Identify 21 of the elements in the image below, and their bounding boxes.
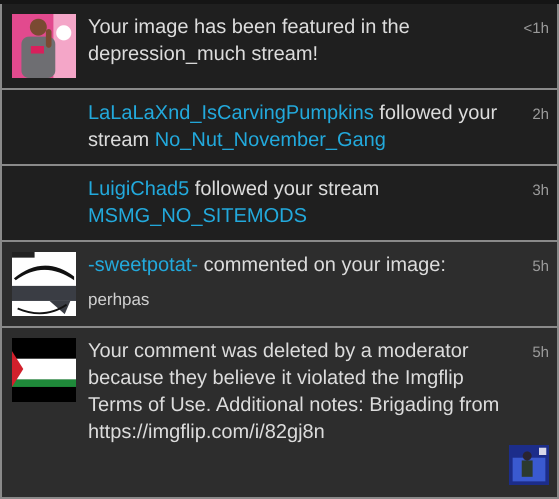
notification-row[interactable]: Your comment was deleted by a moderator because they believe it violated the Imgflip Terms of Use. Additional notes: Brigading from https://imgflip.com/i/82gj8n 5h: [2, 328, 557, 499]
timestamp: 5h: [532, 343, 549, 363]
notification-text: -sweetpotat- commented on your image:: [88, 253, 447, 278]
user-link[interactable]: No_Nut_November_Gang: [154, 129, 386, 151]
notification-row[interactable]: LuigiChad5 followed your stream MSMG_NO_SITEMODS 3h: [2, 166, 557, 242]
notification-text: LuigiChad5 followed your stream MSMG_NO_SITEMODS: [88, 177, 380, 229]
notification-text: Your image has been featured in the depression_much stream!: [88, 15, 411, 67]
notification-row[interactable]: Your image has been featured in the depression_much stream! <1h: [2, 4, 557, 90]
notification-row[interactable]: LaLaLaXnd_IsCarvingPumpkins followed your stream No_Nut_November_Gang 2h: [2, 90, 557, 166]
notification-text: LaLaLaXnd_IsCarvingPumpkins followed your stream No_Nut_November_Gang: [88, 101, 498, 153]
notification-row[interactable]: -sweetpotat- commented on your image: perhpas 5h: [2, 242, 557, 328]
user-link[interactable]: MSMG_NO_SITEMODS: [88, 205, 307, 227]
timestamp: 3h: [532, 181, 549, 201]
timestamp: 5h: [532, 257, 549, 277]
user-link[interactable]: -sweetpotat-: [88, 254, 198, 276]
timestamp: <1h: [524, 19, 549, 39]
timestamp: 2h: [532, 105, 549, 125]
user-link[interactable]: LaLaLaXnd_IsCarvingPumpkins: [88, 102, 374, 124]
notification-text: Your comment was deleted by a moderator because they believe it violated the Imgflip Terms of Use. Additional notes: Brigading from https://imgflip.com/i/82gj8n: [88, 339, 500, 445]
user-link[interactable]: LuigiChad5: [88, 178, 190, 200]
comment-text: perhpas: [88, 289, 150, 311]
